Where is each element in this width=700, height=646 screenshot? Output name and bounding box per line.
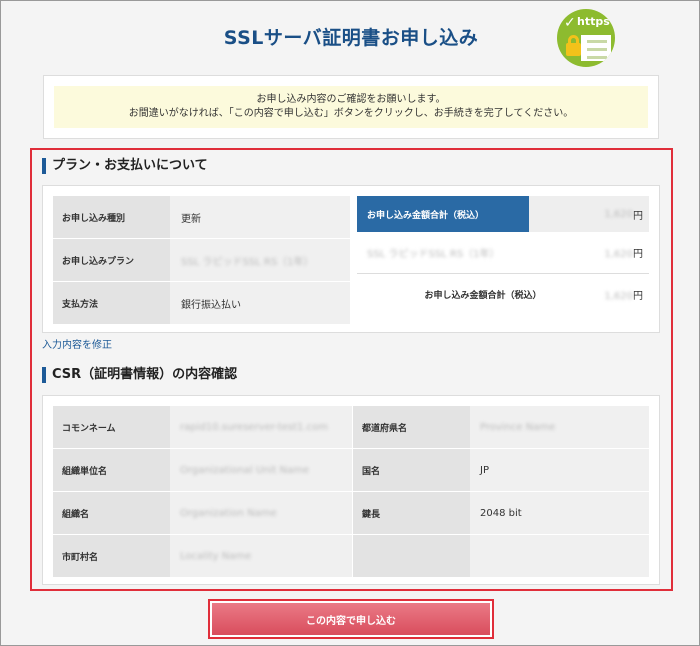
csr-section-title: CSR（証明書情報）の内容確認 bbox=[42, 367, 237, 383]
plan-type-label: お申し込み種別 bbox=[53, 196, 170, 238]
common-name-value: rapid10.sureserver-test1.com bbox=[180, 421, 328, 433]
confirmation-area: プラン・お支払いについて お申し込み種別 更新 お申し込みプラン SSL ラピッ… bbox=[30, 148, 673, 591]
plan-type-value: 更新 bbox=[170, 196, 350, 238]
check-icon: ✓ bbox=[564, 15, 576, 31]
currency-label: 円 bbox=[633, 249, 643, 260]
csr-table: コモンネーム rapid10.sureserver-test1.com 都道府県… bbox=[53, 406, 649, 578]
ssl-badge-icon: ✓ https bbox=[557, 9, 615, 67]
price-item-label: SSL ラピッドSSL RS（1年） bbox=[367, 249, 500, 260]
price-item-label-wrap: SSL ラピッドSSL RS（1年） bbox=[357, 245, 569, 260]
lock-icon bbox=[566, 43, 581, 56]
country-value: JP bbox=[470, 449, 649, 492]
table-row: 支払方法 銀行振込払い bbox=[53, 282, 350, 325]
badge-https-label: https bbox=[577, 15, 610, 28]
org-name-value-wrap: Organization Name bbox=[170, 492, 352, 535]
plan-name-label: お申し込みプラン bbox=[53, 239, 170, 281]
payment-method-label: 支払方法 bbox=[53, 282, 170, 324]
org-unit-value-wrap: Organizational Unit Name bbox=[170, 449, 352, 492]
locality-label: 市町村名 bbox=[53, 535, 170, 578]
document-icon bbox=[581, 35, 611, 61]
common-name-label: コモンネーム bbox=[53, 406, 170, 449]
plan-name-value-wrap: SSL ラピッドSSL RS（1年） bbox=[170, 239, 350, 281]
common-name-value-wrap: rapid10.sureserver-test1.com bbox=[170, 406, 352, 449]
province-value: Province Name bbox=[480, 421, 556, 433]
org-name-value: Organization Name bbox=[180, 507, 277, 519]
submit-application-button[interactable]: この内容で申し込む bbox=[208, 599, 494, 639]
table-row: お申し込み種別 更新 bbox=[53, 196, 350, 239]
country-label: 国名 bbox=[352, 449, 470, 492]
notice-line-1: お申し込み内容のご確認をお願いします。 bbox=[256, 94, 446, 105]
org-unit-label: 組織単位名 bbox=[53, 449, 170, 492]
price-item-amount: 1,620 bbox=[604, 249, 633, 260]
edit-input-link[interactable]: 入力内容を修正 bbox=[42, 336, 112, 351]
notice-message: お申し込み内容のご確認をお願いします。 お間違いがなければ、「この内容で申し込む… bbox=[54, 86, 648, 128]
plan-table: お申し込み種別 更新 お申し込みプラン SSL ラピッドSSL RS（1年） 支… bbox=[53, 196, 350, 325]
price-header-amount-wrap: 1,620 円 bbox=[529, 196, 649, 232]
empty-label-cell bbox=[352, 535, 470, 578]
plan-name-value: SSL ラピッドSSL RS（1年） bbox=[181, 256, 314, 268]
province-value-wrap: Province Name bbox=[470, 406, 649, 449]
price-item-amount-wrap: 1,620円 bbox=[569, 245, 649, 260]
plan-section-title: プラン・お支払いについて bbox=[42, 158, 208, 174]
price-total-amount: 1,620 bbox=[604, 290, 633, 302]
province-label: 都道府県名 bbox=[352, 406, 470, 449]
price-header: お申し込み金額合計（税込） 1,620 円 bbox=[357, 196, 649, 232]
org-name-label: 組織名 bbox=[53, 492, 170, 535]
csr-panel: コモンネーム rapid10.sureserver-test1.com 都道府県… bbox=[42, 395, 660, 585]
price-total-row: お申し込み金額合計（税込） 1,620円 bbox=[357, 274, 649, 314]
payment-method-value: 銀行振込払い bbox=[170, 282, 350, 324]
notice-box: お申し込み内容のご確認をお願いします。 お間違いがなければ、「この内容で申し込む… bbox=[43, 75, 659, 139]
org-unit-value: Organizational Unit Name bbox=[180, 464, 310, 476]
price-summary: お申し込み金額合計（税込） 1,620 円 SSL ラピッドSSL RS（1年） … bbox=[357, 196, 649, 314]
empty-value-cell bbox=[470, 535, 649, 578]
price-header-amount: 1,620 bbox=[604, 208, 633, 220]
submit-button-label: この内容で申し込む bbox=[212, 603, 490, 635]
price-total-amount-wrap: 1,620円 bbox=[569, 287, 649, 302]
notice-line-2: お間違いがなければ、「この内容で申し込む」ボタンをクリックし、お手続きを完了して… bbox=[128, 108, 574, 119]
currency-label: 円 bbox=[633, 290, 643, 302]
locality-value-wrap: Locality Name bbox=[170, 535, 352, 578]
price-header-label: お申し込み金額合計（税込） bbox=[357, 196, 529, 232]
plan-panel: お申し込み種別 更新 お申し込みプラン SSL ラピッドSSL RS（1年） 支… bbox=[42, 185, 660, 333]
locality-value: Locality Name bbox=[180, 550, 252, 562]
key-length-label: 鍵長 bbox=[352, 492, 470, 535]
currency-label: 円 bbox=[633, 210, 643, 222]
price-item-row: SSL ラピッドSSL RS（1年） 1,620円 bbox=[357, 232, 649, 274]
price-total-label: お申し込み金額合計（税込） bbox=[424, 290, 542, 301]
table-row: お申し込みプラン SSL ラピッドSSL RS（1年） bbox=[53, 239, 350, 282]
key-length-value: 2048 bit bbox=[470, 492, 649, 535]
